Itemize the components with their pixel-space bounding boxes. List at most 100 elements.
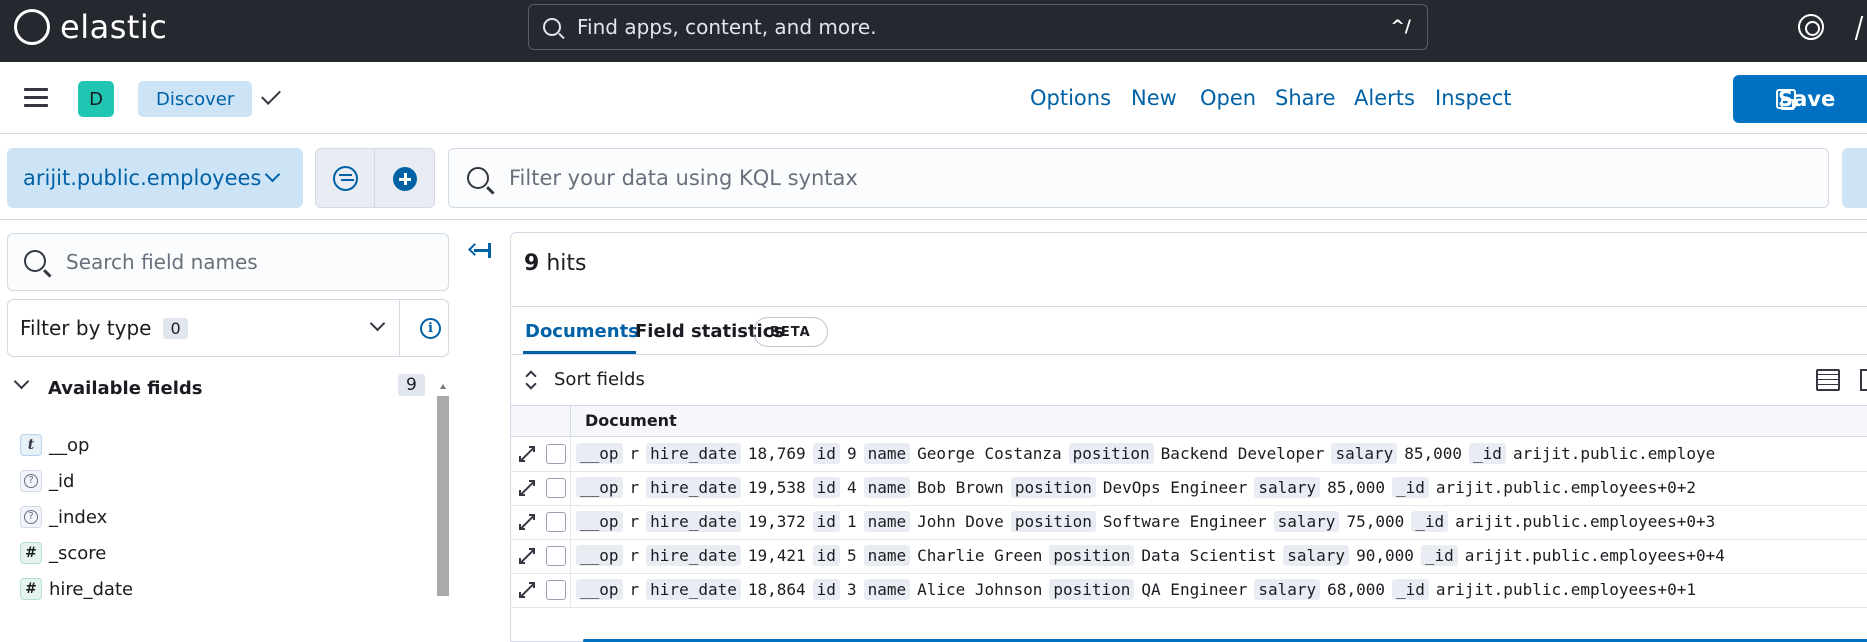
sort-fields-button[interactable]: Sort fields: [554, 369, 645, 390]
table-row[interactable]: __op r hire_date 19,538 id 4 name Bob Brown posi…: [511, 472, 1867, 506]
field-key: position: [1049, 545, 1135, 566]
expand-icon[interactable]: [519, 446, 535, 462]
table-row[interactable]: __op r hire_date 18,769 id 9 name George Costan…: [511, 438, 1867, 472]
field-item[interactable]: ? _index: [20, 503, 107, 531]
divider: [511, 306, 1867, 307]
fullscreen-icon[interactable]: [1860, 369, 1867, 391]
scrollbar-thumb[interactable]: [437, 396, 449, 596]
field-value: QA Engineer: [1141, 580, 1248, 599]
tab-documents[interactable]: Documents: [525, 321, 639, 342]
grid-header: Document: [511, 405, 1867, 437]
sort-icon: [525, 370, 537, 390]
filter-by-type-label: Filter by type: [20, 316, 152, 340]
field-value: arijit.public.employees+0+1: [1435, 580, 1696, 599]
field-value: Charlie Green: [917, 546, 1043, 565]
info-icon[interactable]: i: [420, 318, 441, 339]
field-value: John Dove: [917, 512, 1004, 531]
field-item[interactable]: t __op: [20, 431, 89, 459]
field-key: name: [863, 579, 911, 600]
expand-icon[interactable]: [519, 548, 535, 564]
table-row[interactable]: __op r hire_date 19,372 id 1 name John Dove posi…: [511, 506, 1867, 540]
field-key: _id: [1420, 545, 1458, 566]
column-header-document[interactable]: Document: [585, 411, 677, 430]
query-bar: arijit.public.employees Filter your data…: [0, 134, 1867, 220]
data-view-name: arijit.public.employees: [23, 166, 262, 190]
field-value: Alice Johnson: [917, 580, 1043, 599]
save-button[interactable]: Save: [1733, 75, 1867, 123]
field-key: salary: [1331, 443, 1398, 464]
share-button[interactable]: Share: [1275, 86, 1336, 110]
elastic-logo[interactable]: elastic: [14, 8, 167, 46]
app-header: D Discover Options New Open Share Alerts…: [0, 62, 1867, 134]
field-key: id: [812, 477, 840, 498]
data-view-picker[interactable]: arijit.public.employees: [7, 148, 303, 208]
expand-icon[interactable]: [519, 514, 535, 530]
row-checkbox[interactable]: [546, 444, 566, 464]
chevron-down-icon: [369, 315, 386, 332]
field-value: arijit.public.employe: [1512, 444, 1716, 463]
refresh-button[interactable]: [1842, 148, 1867, 208]
row-checkbox[interactable]: [546, 478, 566, 498]
chevron-down-icon: [13, 373, 30, 390]
row-controls: [511, 506, 571, 539]
brand-name: elastic: [60, 8, 168, 46]
field-key: salary: [1254, 579, 1321, 600]
filter-menu-button[interactable]: [315, 148, 375, 208]
row-checkbox[interactable]: [546, 512, 566, 532]
field-key: _id: [1411, 511, 1449, 532]
global-search-input[interactable]: Find apps, content, and more. ^/: [528, 4, 1428, 50]
kql-query-input[interactable]: Filter your data using KQL syntax: [448, 148, 1829, 208]
field-value: 18,769: [747, 444, 806, 463]
elastic-logo-icon: [14, 9, 50, 45]
field-item[interactable]: ? _id: [20, 467, 74, 495]
breadcrumb-discover[interactable]: Discover: [138, 81, 253, 117]
hits-count: 9 hits: [524, 251, 586, 276]
user-icon[interactable]: [1854, 16, 1867, 40]
row-controls: [511, 438, 571, 471]
field-value: 19,372: [747, 512, 806, 531]
table-row[interactable]: __op r hire_date 19,421 id 5 name Charlie Green…: [511, 540, 1867, 574]
field-value: 18,864: [747, 580, 806, 599]
row-checkbox[interactable]: [546, 546, 566, 566]
row-controls: [511, 540, 571, 573]
expand-icon[interactable]: [519, 480, 535, 496]
sidebar-scrollbar[interactable]: [437, 382, 449, 642]
field-key: hire_date: [646, 511, 741, 532]
table-row[interactable]: __op r hire_date 18,864 id 3 name Alice Johnson…: [511, 574, 1867, 608]
menu-toggle-icon[interactable]: [24, 88, 48, 108]
collapse-sidebar-icon[interactable]: [468, 241, 492, 261]
available-fields-header[interactable]: Available fields 9: [0, 372, 440, 406]
filter-by-type[interactable]: Filter by type 0 i: [7, 299, 449, 357]
field-search-input[interactable]: Search field names: [7, 233, 449, 291]
alerts-button[interactable]: Alerts: [1354, 86, 1415, 110]
help-icon[interactable]: [1798, 14, 1824, 40]
field-item[interactable]: # hire_date: [20, 575, 133, 603]
row-controls: [511, 472, 571, 505]
divider: [399, 300, 400, 356]
field-key: __op: [576, 443, 623, 464]
chevron-down-icon: [264, 166, 281, 183]
field-name: hire_date: [49, 578, 134, 600]
document-summary: __op r hire_date 19,421 id 5 name Charlie Green…: [576, 545, 1732, 566]
table-density-icon[interactable]: [1816, 369, 1840, 391]
field-key: _id: [1469, 443, 1506, 464]
open-button[interactable]: Open: [1200, 86, 1256, 110]
inspect-button[interactable]: Inspect: [1435, 86, 1511, 110]
number-type-icon: #: [20, 542, 42, 564]
documents-panel: 9 hits Documents Field statistics BETA S…: [510, 232, 1867, 642]
keyboard-shortcut: ^/: [1390, 17, 1411, 37]
field-key: id: [812, 443, 840, 464]
field-key: salary: [1254, 477, 1321, 498]
add-filter-button[interactable]: [375, 148, 435, 208]
field-value: 68,000: [1327, 580, 1385, 599]
string-type-icon: t: [20, 434, 42, 456]
space-avatar[interactable]: D: [78, 81, 114, 117]
expand-icon[interactable]: [519, 582, 535, 598]
field-key: hire_date: [646, 443, 741, 464]
row-checkbox[interactable]: [546, 580, 566, 600]
field-value: r: [629, 512, 640, 531]
options-button[interactable]: Options: [1030, 86, 1111, 110]
field-item[interactable]: # _score: [20, 539, 106, 567]
hits-number: 9: [524, 251, 540, 276]
new-button[interactable]: New: [1131, 86, 1177, 110]
